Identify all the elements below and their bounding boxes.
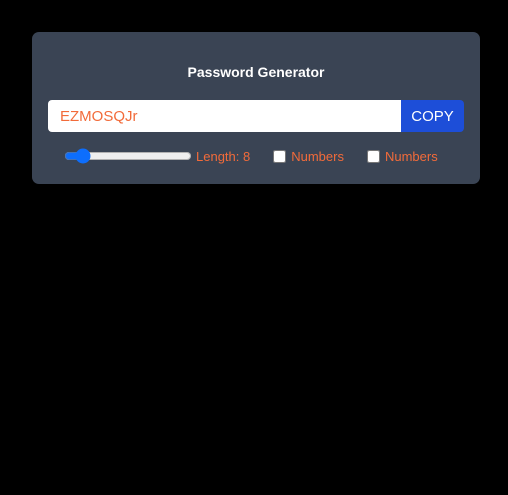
copy-button[interactable]: COPY xyxy=(401,100,464,132)
numbers-label-1: Numbers xyxy=(291,148,344,164)
password-row: COPY xyxy=(48,100,464,132)
length-slider[interactable] xyxy=(64,148,192,164)
numbers-label-2: Numbers xyxy=(384,148,438,164)
card-title: Password Generator xyxy=(187,64,325,80)
numbers-checkbox-2[interactable] xyxy=(366,149,380,163)
numbers-checkbox-1[interactable] xyxy=(273,149,287,163)
numbers-option-2[interactable]: Numbers xyxy=(366,148,438,164)
length-label: Length: 8 xyxy=(196,148,251,164)
password-field[interactable] xyxy=(48,100,401,132)
numbers-option-1[interactable]: Numbers xyxy=(273,149,344,164)
options-row: Length: 8 Numbers Numbers xyxy=(64,148,438,164)
password-generator-card: Password Generator COPY Length: 8 Number… xyxy=(32,32,480,184)
